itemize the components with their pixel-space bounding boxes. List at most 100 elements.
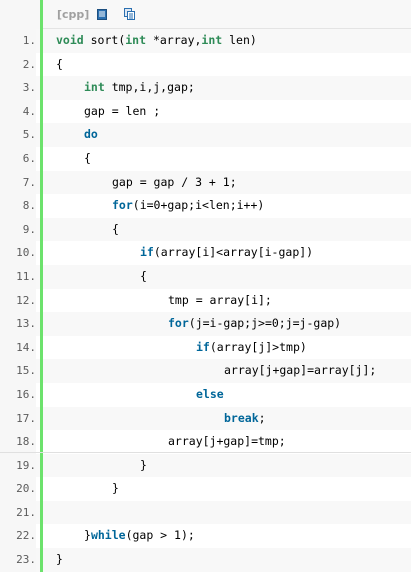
line-number: 2. [0,52,36,77]
code-line: 10. if(array[i]<array[i-gap]) [0,241,411,265]
code-token: { [56,56,63,71]
code-line: 3. int tmp,i,j,gap; [0,76,411,100]
keyword-token: if [140,245,154,260]
code-line: 21. [0,500,411,525]
gutter-accent-segment [40,382,43,407]
code-token: (array[j]>tmp) [209,339,307,354]
line-number: 8. [0,194,36,218]
line-number: 3. [0,76,36,100]
code-text: gap = gap / 3 + 1; [112,171,237,195]
gutter-accent-segment [40,52,43,77]
keyword-token: if [196,339,210,354]
code-token: { [112,221,119,236]
line-number: 18. [0,430,36,454]
keyword-token: do [84,127,98,142]
type-token: int [201,33,223,47]
keyword-token: break [224,410,259,425]
gutter-accent-segment [40,99,43,124]
line-number: 10. [0,241,36,265]
code-line: 16. else [0,382,411,407]
code-text: for(i=0+gap;i<len;i++) [112,194,264,218]
gutter-accent-segment [40,194,43,218]
code-token: *array, [146,33,202,47]
code-text: if(array[j]>tmp) [196,336,307,360]
copy-icon[interactable] [124,5,136,24]
code-token: } [140,457,147,472]
gutter-accent-segment [40,170,43,195]
code-token: ; [258,410,266,425]
code-text: if(array[i]<array[i-gap]) [140,241,313,265]
code-text: array[j+gap]=tmp; [168,430,286,454]
code-text: } [112,477,119,501]
code-block: [cpp] 1. void sort(int *array,int len) 2.{… [0,0,411,572]
line-number: 22. [0,524,36,549]
line-number: 6. [0,146,36,171]
code-line: 8. for(i=0+gap;i<len;i++) [0,194,411,218]
gutter-accent-segment [40,359,43,383]
line-number: 16. [0,382,36,407]
code-lines: 1. void sort(int *array,int len) 2.{3. int … [0,29,411,572]
line-number: 9. [0,217,36,242]
gutter-accent-segment [40,477,43,501]
line-number: 14. [0,335,36,360]
code-line: 20.} [0,477,411,501]
code-line: 9. { [0,217,411,242]
code-line: 17. break; [0,406,411,431]
code-line: 11. { [0,264,411,289]
gutter-accent-segment [40,241,43,265]
code-token: array[j+gap]=array[j]; [224,363,377,378]
code-token: { [140,268,147,283]
gutter-accent-segment [40,524,43,549]
code-text: int tmp,i,j,gap; [84,76,195,100]
code-token: } [84,528,91,543]
code-text: array[j+gap]=array[j]; [224,359,376,383]
line-number: 4. [0,99,36,124]
code-text: void sort(int *array,int len) [56,29,257,53]
code-token: { [84,150,91,165]
line-number: 13. [0,312,36,336]
code-line: 19.} [0,453,411,478]
code-text: tmp = array[i]; [168,289,272,313]
line-number: 7. [0,170,36,195]
gutter-accent-segment [40,288,43,313]
code-text: { [84,147,91,171]
gutter-accent-segment [40,548,43,572]
code-line: 1. void sort(int *array,int len) [0,29,411,53]
code-text: }while(gap > 1); [84,524,195,548]
line-number: 23. [0,548,36,572]
gutter-accent-segment [40,500,43,525]
keyword-token: for [168,316,189,331]
gutter-accent-segment [40,217,43,242]
code-line: 14. if(array[j]>tmp) [0,335,411,360]
line-number: 20. [0,477,36,501]
code-line: 13. for(j=i-gap;j>=0;j=j-gap) [0,312,411,336]
line-number: 1. [0,29,36,53]
code-token: } [112,481,119,496]
language-label[interactable]: [cpp] [57,8,89,21]
code-line: 6. { [0,146,411,171]
view-plain-icon[interactable] [97,5,108,24]
code-token: (gap > 1); [125,528,195,543]
gutter-accent-segment [40,146,43,171]
gutter-accent-segment [40,264,43,289]
code-token: tmp = array[i]; [168,292,272,307]
code-token: sort( [83,33,126,47]
code-line: 23.} [0,548,411,572]
code-text: { [56,53,63,77]
keyword-token: while [90,528,126,543]
code-line: 4. gap = len ; [0,99,411,124]
code-text: { [140,265,147,289]
code-token: (j=i-gap;j>=0;j=j-gap) [188,316,342,331]
line-number: 5. [0,123,36,147]
gutter-accent-segment [40,123,43,147]
code-text: for(j=i-gap;j>=0;j=j-gap) [168,312,341,336]
code-token: } [56,552,63,567]
line-number: 12. [0,288,36,313]
gutter-accent-segment [40,29,43,53]
code-text: { [112,218,119,242]
code-token: (i=0+gap;i<len;i++) [132,198,265,213]
code-text: gap = len ; [84,100,160,124]
code-line: 7. gap = gap / 3 + 1; [0,170,411,195]
code-token: gap = len ; [84,103,161,118]
type-token: void [56,33,84,47]
